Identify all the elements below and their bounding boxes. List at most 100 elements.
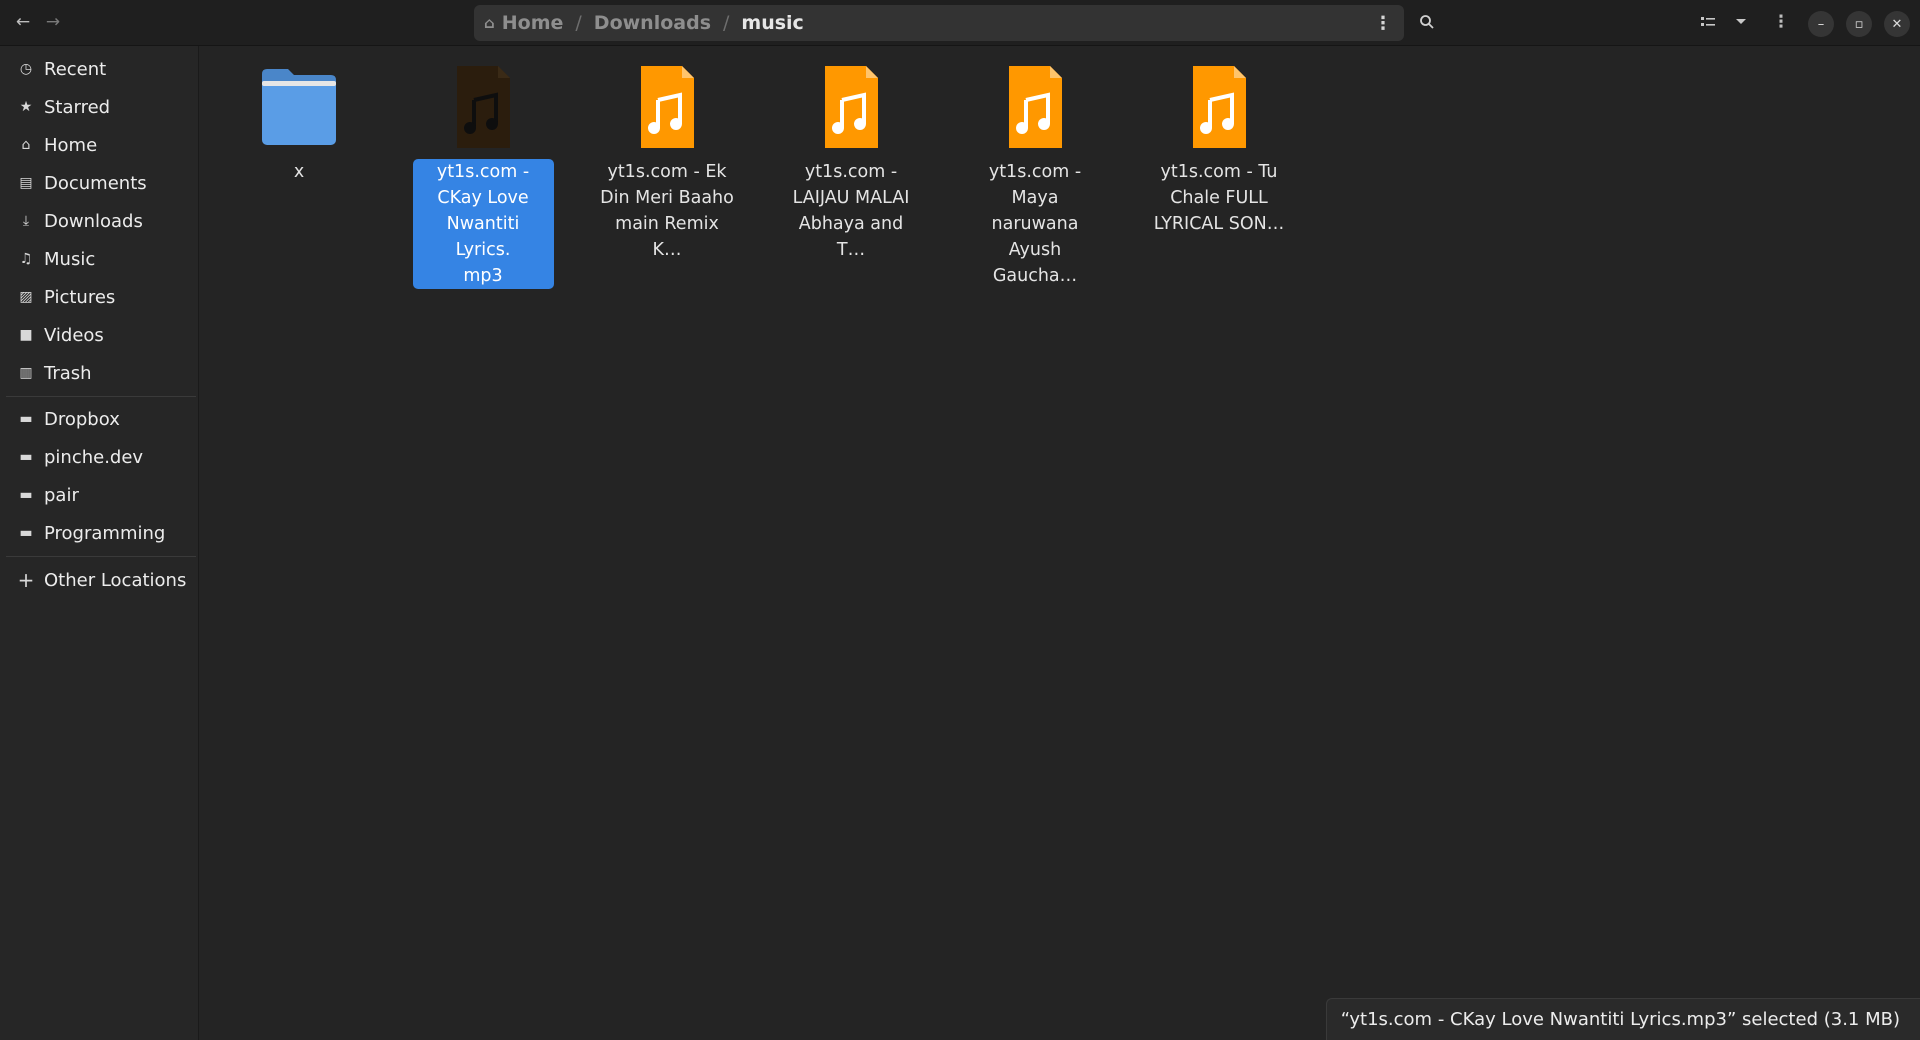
file-name-line: yt1s.com - Tu [1160,162,1278,182]
file-name-line: Din Meri Baaho [600,188,734,208]
selection-status-text: “yt1s.com - CKay Love Nwantiti Lyrics.mp… [1340,1009,1900,1030]
breadcrumb-separator: / [575,12,582,34]
minimize-icon: – [1817,16,1825,32]
file-item-audio[interactable]: yt1s.com - Tu Chale FULL LYRICAL SON… [1146,64,1292,237]
sidebar: ◷ Recent ★ Starred ⌂ Home ▤ Documents ⤓ … [0,46,199,1040]
view-toggle-button[interactable] [1693,7,1723,37]
back-button[interactable]: ← [8,7,38,37]
star-icon: ★ [19,99,33,115]
path-menu-button[interactable]: ⋮ [1370,9,1396,37]
sidebar-item-label: Pictures [44,286,116,308]
sidebar-item-label: Documents [44,172,147,194]
arrow-left-icon: ← [15,12,31,32]
sidebar-item-programming[interactable]: ▬ Programming [0,515,199,551]
sidebar-divider [6,396,196,397]
audio-file-icon [457,66,510,148]
audio-file-icon [825,66,878,148]
sidebar-item-downloads[interactable]: ⤓ Downloads [0,203,199,239]
search-button[interactable] [1412,7,1442,37]
breadcrumb-home[interactable]: ⌂ Home [484,12,563,34]
sidebar-item-documents[interactable]: ▤ Documents [0,165,199,201]
vertical-dots-icon: ⋮ [1374,12,1392,34]
picture-icon: ▨ [19,289,33,305]
sidebar-item-label: Music [44,248,96,270]
music-icon: ♫ [19,251,33,267]
list-view-icon [1701,17,1715,26]
home-icon: ⌂ [484,14,495,32]
sidebar-item-label: Other Locations [44,569,187,591]
video-camera-icon: ■ [19,327,33,343]
home-icon: ⌂ [21,137,31,153]
folder-icon: ▬ [19,525,33,541]
breadcrumb-separator: / [723,12,730,34]
sidebar-item-label: Trash [44,362,92,384]
file-name-line: LAIJAU MALAI [792,188,910,208]
sidebar-item-pinche-dev[interactable]: ▬ pinche.dev [0,439,199,475]
sidebar-item-recent[interactable]: ◷ Recent [0,51,199,87]
sidebar-item-dropbox[interactable]: ▬ Dropbox [0,401,199,437]
download-icon: ⤓ [22,213,30,229]
file-name: yt1s.com - Tu Chale FULL LYRICAL SON… [1146,159,1292,237]
sidebar-item-other-locations[interactable]: + Other Locations [0,562,199,598]
breadcrumb-current-label: music [741,12,804,34]
breadcrumb-current[interactable]: music [741,12,803,34]
minimize-button[interactable]: – [1808,11,1834,37]
sidebar-item-label: Home [44,134,98,156]
view-options-button[interactable] [1726,7,1756,37]
trash-icon: ▥ [19,365,33,381]
file-name-line: naruwana [991,214,1079,234]
audio-file-icon [1193,66,1246,148]
sidebar-item-starred[interactable]: ★ Starred [0,89,199,125]
sidebar-item-home[interactable]: ⌂ Home [0,127,199,163]
file-name-line: yt1s.com - Ek [607,162,727,182]
file-item-audio[interactable]: yt1s.com - Maya naruwana Ayush Gaucha… [962,64,1108,289]
sidebar-item-label: pair [44,484,79,506]
plus-icon: + [17,568,35,592]
file-name-line: yt1s.com - [804,162,898,182]
breadcrumb-downloads-label: Downloads [593,12,711,34]
file-item-audio[interactable]: yt1s.com - LAIJAU MALAI Abhaya and T… [778,64,924,263]
sidebar-item-label: Recent [44,58,107,80]
close-icon: ✕ [1891,16,1903,32]
file-item-selected[interactable]: yt1s.com - CKay Love Nwantiti Lyrics. mp… [410,64,556,289]
file-item-audio[interactable]: yt1s.com - Ek Din Meri Baaho main Remix … [594,64,740,263]
selection-status-bar: “yt1s.com - CKay Love Nwantiti Lyrics.mp… [1325,998,1920,1040]
file-manager-window: ← → ⌂ Home / Downloads / music ⋮ ⋮ – ▫ ✕… [0,0,1920,1040]
maximize-button[interactable]: ▫ [1846,11,1872,37]
forward-button[interactable]: → [38,7,68,37]
breadcrumb-downloads[interactable]: Downloads [594,12,711,34]
sidebar-item-label: Videos [44,324,104,346]
file-name-line: mp3 [463,266,503,286]
file-name: yt1s.com - LAIJAU MALAI Abhaya and T… [778,159,924,263]
file-name-line: Abhaya and T… [798,214,904,260]
sidebar-item-pictures[interactable]: ▨ Pictures [0,279,199,315]
clock-icon: ◷ [19,61,33,77]
close-button[interactable]: ✕ [1884,11,1910,37]
file-name-line: Nwantiti Lyrics. [446,214,520,260]
path-bar: ⌂ Home / Downloads / music ⋮ [474,5,1404,41]
audio-file-icon [1009,66,1062,148]
folder-icon: ▬ [19,487,33,503]
file-name-line: LYRICAL SON… [1153,214,1285,234]
header-bar: ← → ⌂ Home / Downloads / music ⋮ ⋮ – ▫ ✕ [0,0,1920,46]
file-item-folder-x[interactable]: x [226,64,372,185]
file-name: x [293,162,305,182]
file-name-line: main Remix K… [615,214,719,260]
folder-icon: ▬ [19,449,33,465]
sidebar-item-music[interactable]: ♫ Music [0,241,199,277]
maximize-icon: ▫ [1854,16,1864,32]
breadcrumb-home-label: Home [501,12,564,34]
sidebar-item-label: pinche.dev [44,446,144,468]
sidebar-item-videos[interactable]: ■ Videos [0,317,199,353]
folder-icon: ▬ [19,411,33,427]
sidebar-item-label: Starred [44,96,111,118]
file-name-line: CKay Love [437,188,529,208]
chevron-down-icon [1736,19,1746,24]
main-menu-button[interactable]: ⋮ [1766,7,1796,37]
sidebar-item-pair[interactable]: ▬ pair [0,477,199,513]
file-name-line: yt1s.com - Maya [988,162,1082,208]
sidebar-item-label: Downloads [44,210,143,232]
sidebar-item-trash[interactable]: ▥ Trash [0,355,199,391]
arrow-right-icon: → [45,12,61,32]
audio-file-icon [641,66,694,148]
